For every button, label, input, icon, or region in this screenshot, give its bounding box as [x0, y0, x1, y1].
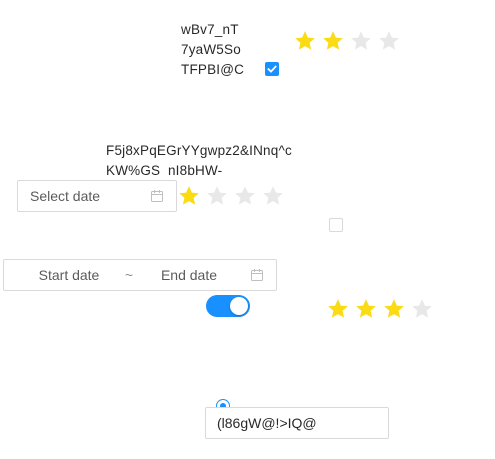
- star-icon[interactable]: [349, 29, 373, 53]
- star-icon[interactable]: [205, 184, 229, 208]
- date-placeholder: Select date: [30, 188, 101, 204]
- switch-knob: [230, 297, 248, 315]
- star-icon[interactable]: [261, 184, 285, 208]
- star-icon[interactable]: [377, 29, 401, 53]
- text-line: TFPBI@C: [181, 62, 245, 77]
- star-rating-2[interactable]: [177, 184, 285, 208]
- text-line: wBv7_nT: [181, 22, 239, 37]
- end-date-placeholder[interactable]: End date: [136, 267, 242, 283]
- range-separator: ~: [124, 267, 134, 283]
- star-icon[interactable]: [410, 297, 434, 321]
- text-block-2: F5j8xPqEGrYYgwpz2&INnq^c KW%GS_nI8bHW-: [106, 141, 292, 177]
- star-rating-1[interactable]: [293, 29, 401, 53]
- text-input[interactable]: (l86gW@!>IQ@: [205, 407, 389, 439]
- calendar-icon: [151, 190, 163, 202]
- toggle-switch[interactable]: [206, 295, 250, 317]
- star-rating-3[interactable]: [326, 297, 434, 321]
- star-icon[interactable]: [382, 297, 406, 321]
- star-icon[interactable]: [177, 184, 201, 208]
- star-icon[interactable]: [326, 297, 350, 321]
- text-line: 7yaW5So: [181, 42, 241, 57]
- star-icon[interactable]: [354, 297, 378, 321]
- star-icon[interactable]: [321, 29, 345, 53]
- text-block-1: wBv7_nT 7yaW5So TFPBI@C: [181, 20, 244, 80]
- text-line: KW%GS_nI8bHW-: [106, 163, 223, 177]
- checkbox-1[interactable]: [265, 62, 279, 76]
- calendar-icon: [251, 269, 263, 281]
- star-icon[interactable]: [233, 184, 257, 208]
- text-input-value: (l86gW@!>IQ@: [217, 415, 317, 431]
- checkbox-2[interactable]: [329, 218, 343, 232]
- star-icon[interactable]: [293, 29, 317, 53]
- date-range-picker[interactable]: Start date ~ End date: [3, 259, 277, 291]
- text-line: F5j8xPqEGrYYgwpz2&INnq^c: [106, 143, 292, 158]
- checkmark-icon: [267, 65, 277, 73]
- start-date-placeholder[interactable]: Start date: [16, 267, 122, 283]
- date-picker[interactable]: Select date: [17, 180, 177, 212]
